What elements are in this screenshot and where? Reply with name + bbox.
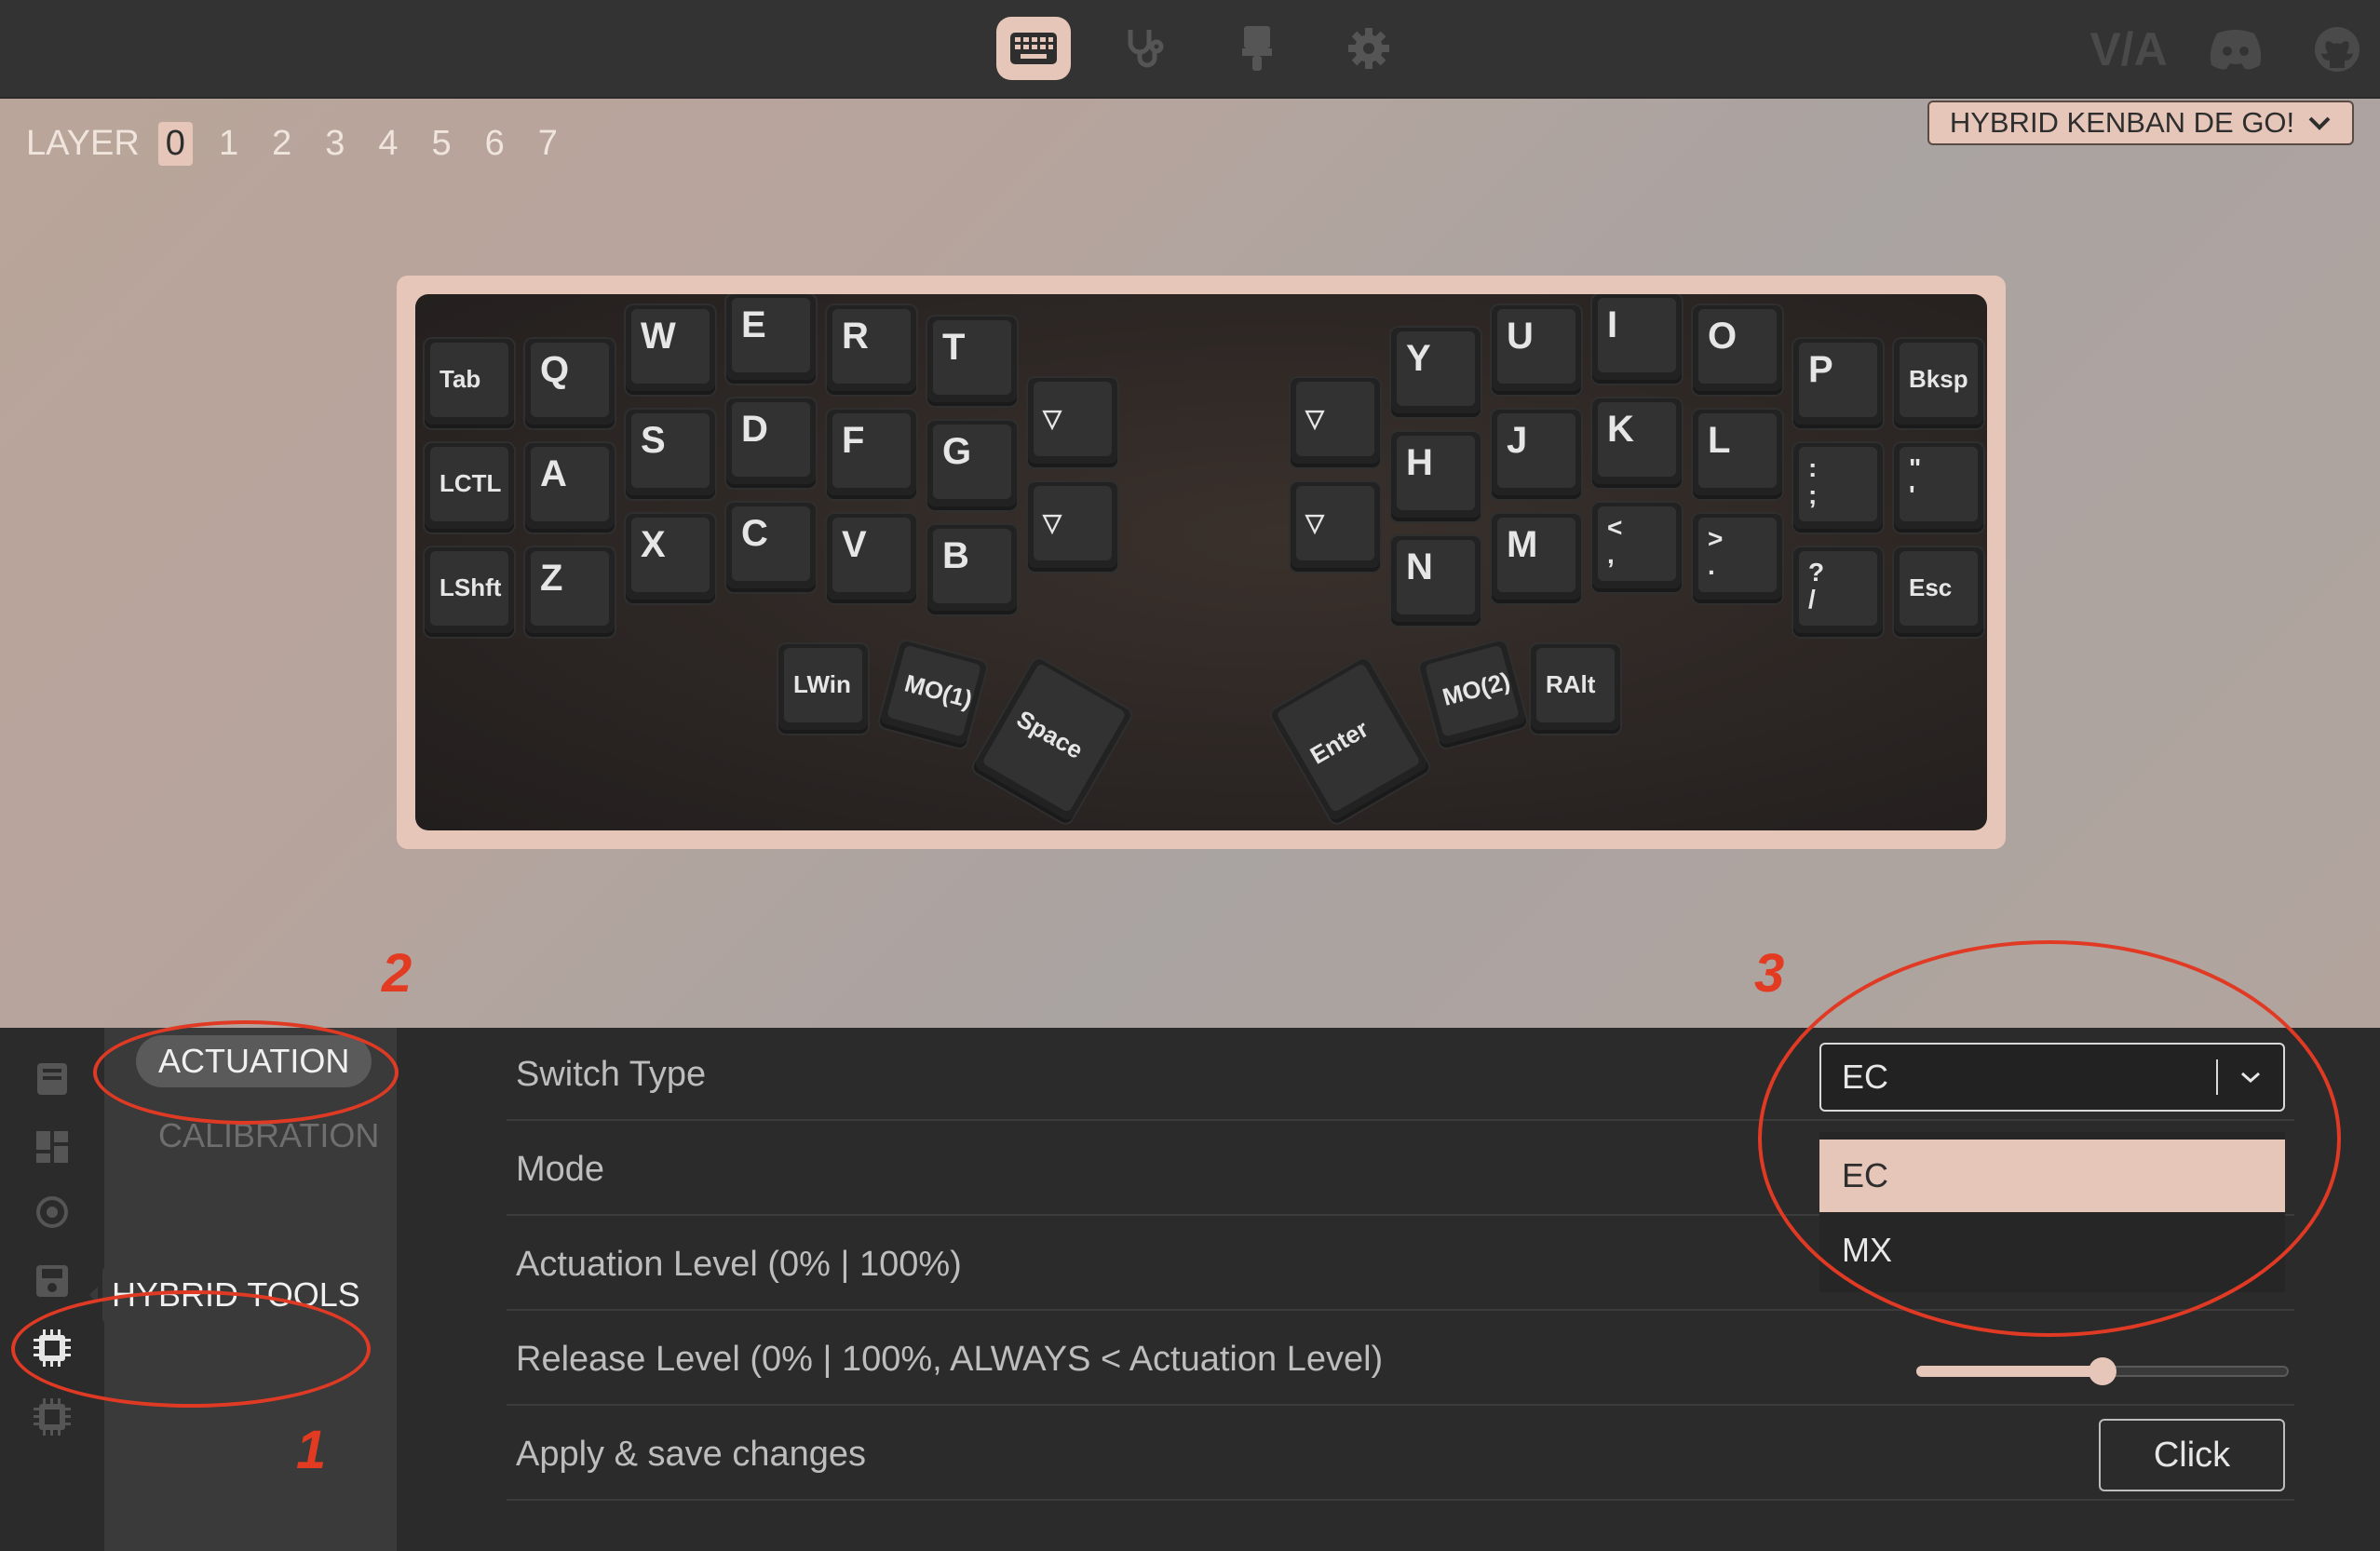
key-period[interactable]: > . bbox=[1693, 514, 1782, 603]
switch-type-dropdown-menu: EC MX bbox=[1819, 1132, 2285, 1292]
key-trans[interactable]: ▽ bbox=[1028, 378, 1117, 467]
key-h[interactable]: H bbox=[1391, 432, 1481, 521]
key-d[interactable]: D bbox=[726, 398, 816, 488]
chevron-down-icon bbox=[2218, 1070, 2283, 1085]
keyboard-select-value: HYBRID KENBAN DE GO! bbox=[1949, 106, 2295, 139]
key-mo1[interactable]: MO(1) bbox=[878, 640, 988, 749]
key-t[interactable]: T bbox=[927, 317, 1017, 406]
bottom-panel: ACTUATION CALIBRATION HYBRID TOOLS Switc… bbox=[0, 1028, 2380, 1551]
submenu-actuation[interactable]: ACTUATION bbox=[136, 1035, 372, 1087]
key-i[interactable]: I bbox=[1592, 294, 1682, 384]
dropdown-option-ec[interactable]: EC bbox=[1819, 1140, 2285, 1212]
layer-5[interactable]: 5 bbox=[425, 122, 459, 166]
key-a[interactable]: A bbox=[525, 443, 615, 533]
key-l[interactable]: L bbox=[1693, 410, 1782, 499]
key-m[interactable]: M bbox=[1492, 514, 1581, 603]
key-tab[interactable]: Tab bbox=[425, 339, 514, 428]
key-q[interactable]: Q bbox=[525, 339, 615, 428]
target-icon[interactable] bbox=[32, 1192, 73, 1233]
key-s[interactable]: S bbox=[626, 410, 715, 499]
key-o[interactable]: O bbox=[1693, 305, 1782, 395]
annotation-number-3: 3 bbox=[1754, 943, 1785, 1004]
key-quote[interactable]: " ' bbox=[1894, 443, 1983, 533]
key-x[interactable]: X bbox=[626, 514, 715, 603]
key-g[interactable]: G bbox=[927, 421, 1017, 510]
key-bksp[interactable]: Bksp bbox=[1894, 339, 1983, 428]
key-space[interactable]: Space bbox=[971, 656, 1133, 826]
key-p[interactable]: P bbox=[1793, 339, 1883, 428]
dropdown-option-mx[interactable]: MX bbox=[1819, 1214, 2285, 1287]
release-level-slider[interactable] bbox=[1916, 1357, 2289, 1385]
github-icon[interactable] bbox=[2309, 24, 2365, 74]
slider-thumb[interactable] bbox=[2089, 1357, 2116, 1385]
key-mo2[interactable]: MO(2) bbox=[1418, 640, 1528, 749]
layer-selector: LAYER 0 1 2 3 4 5 6 7 bbox=[26, 117, 565, 169]
switch-type-value: EC bbox=[1842, 1058, 1889, 1096]
chevron-down-icon bbox=[2308, 116, 2331, 130]
brush-icon[interactable] bbox=[1220, 17, 1294, 80]
key-trans[interactable]: ▽ bbox=[1291, 482, 1380, 572]
hybrid-tools-tooltip: HYBRID TOOLS bbox=[89, 1266, 373, 1324]
key-e[interactable]: E bbox=[726, 294, 816, 384]
apply-save-button[interactable]: Click bbox=[2099, 1419, 2285, 1491]
layer-1[interactable]: 1 bbox=[211, 122, 246, 166]
chip-outline-icon[interactable] bbox=[32, 1396, 73, 1437]
discord-icon[interactable] bbox=[2203, 24, 2268, 74]
key-enter[interactable]: Enter bbox=[1269, 656, 1431, 826]
key-u[interactable]: U bbox=[1492, 305, 1581, 395]
layer-4[interactable]: 4 bbox=[371, 122, 405, 166]
stethoscope-icon[interactable] bbox=[1108, 17, 1183, 80]
key-n[interactable]: N bbox=[1391, 536, 1481, 626]
layout-icon[interactable] bbox=[32, 1126, 73, 1167]
keyboard-icon[interactable] bbox=[996, 17, 1071, 80]
key-r[interactable]: R bbox=[827, 305, 916, 395]
key-f[interactable]: F bbox=[827, 410, 916, 499]
top-navigation-bar: V/A bbox=[0, 0, 2380, 99]
key-k[interactable]: K bbox=[1592, 398, 1682, 488]
key-c[interactable]: C bbox=[726, 503, 816, 592]
switch-type-select[interactable]: EC bbox=[1819, 1043, 2285, 1112]
annotation-number-1: 1 bbox=[296, 1420, 327, 1480]
via-logo-icon[interactable]: V/A bbox=[2089, 23, 2167, 75]
keyboard-design-area: LAYER 0 1 2 3 4 5 6 7 HYBRID KENBAN DE G… bbox=[0, 99, 2380, 1028]
key-j[interactable]: J bbox=[1492, 410, 1581, 499]
chip-icon[interactable] bbox=[32, 1328, 73, 1369]
layer-label: LAYER bbox=[26, 123, 140, 163]
key-b[interactable]: B bbox=[927, 525, 1017, 614]
layer-0[interactable]: 0 bbox=[157, 121, 193, 166]
key-lwin[interactable]: LWin bbox=[778, 644, 868, 734]
keyboard-frame: Tab Q W E R T ▽ LCTL A S D F G ▽ LShft Z… bbox=[397, 276, 2006, 849]
key-comma[interactable]: < , bbox=[1592, 503, 1682, 592]
layer-2[interactable]: 2 bbox=[264, 122, 299, 166]
key-w[interactable]: W bbox=[626, 305, 715, 395]
apply-label: Apply & save changes bbox=[516, 1434, 867, 1474]
book-icon[interactable] bbox=[32, 1059, 73, 1100]
key-trans[interactable]: ▽ bbox=[1028, 482, 1117, 572]
layer-3[interactable]: 3 bbox=[318, 122, 352, 166]
mode-label: Mode bbox=[516, 1149, 605, 1189]
release-level-label: Release Level (0% | 100%, ALWAYS < Actua… bbox=[516, 1339, 1384, 1379]
layer-7[interactable]: 7 bbox=[531, 122, 565, 166]
annotation-number-2: 2 bbox=[382, 943, 412, 1004]
keyboard-plate: Tab Q W E R T ▽ LCTL A S D F G ▽ LShft Z… bbox=[415, 294, 1987, 830]
key-v[interactable]: V bbox=[827, 514, 916, 603]
key-ralt[interactable]: RAlt bbox=[1531, 644, 1620, 734]
switch-type-label: Switch Type bbox=[516, 1054, 707, 1094]
key-semicolon[interactable]: : ; bbox=[1793, 443, 1883, 533]
submenu-calibration[interactable]: CALIBRATION bbox=[136, 1110, 401, 1162]
key-lshft[interactable]: LShft bbox=[425, 547, 514, 637]
actuation-level-label: Actuation Level (0% | 100%) bbox=[516, 1244, 962, 1284]
gear-icon[interactable] bbox=[1332, 17, 1406, 80]
key-y[interactable]: Y bbox=[1391, 328, 1481, 417]
slider-fill bbox=[1916, 1366, 2103, 1377]
key-z[interactable]: Z bbox=[525, 547, 615, 637]
keyboard-select[interactable]: HYBRID KENBAN DE GO! bbox=[1927, 101, 2354, 145]
key-slash[interactable]: ? / bbox=[1793, 547, 1883, 637]
layer-6[interactable]: 6 bbox=[478, 122, 512, 166]
setting-row-apply: Apply & save changes bbox=[507, 1408, 2294, 1501]
key-lctl[interactable]: LCTL bbox=[425, 443, 514, 533]
save-icon[interactable] bbox=[32, 1261, 73, 1301]
key-esc[interactable]: Esc bbox=[1894, 547, 1983, 637]
key-trans[interactable]: ▽ bbox=[1291, 378, 1380, 467]
